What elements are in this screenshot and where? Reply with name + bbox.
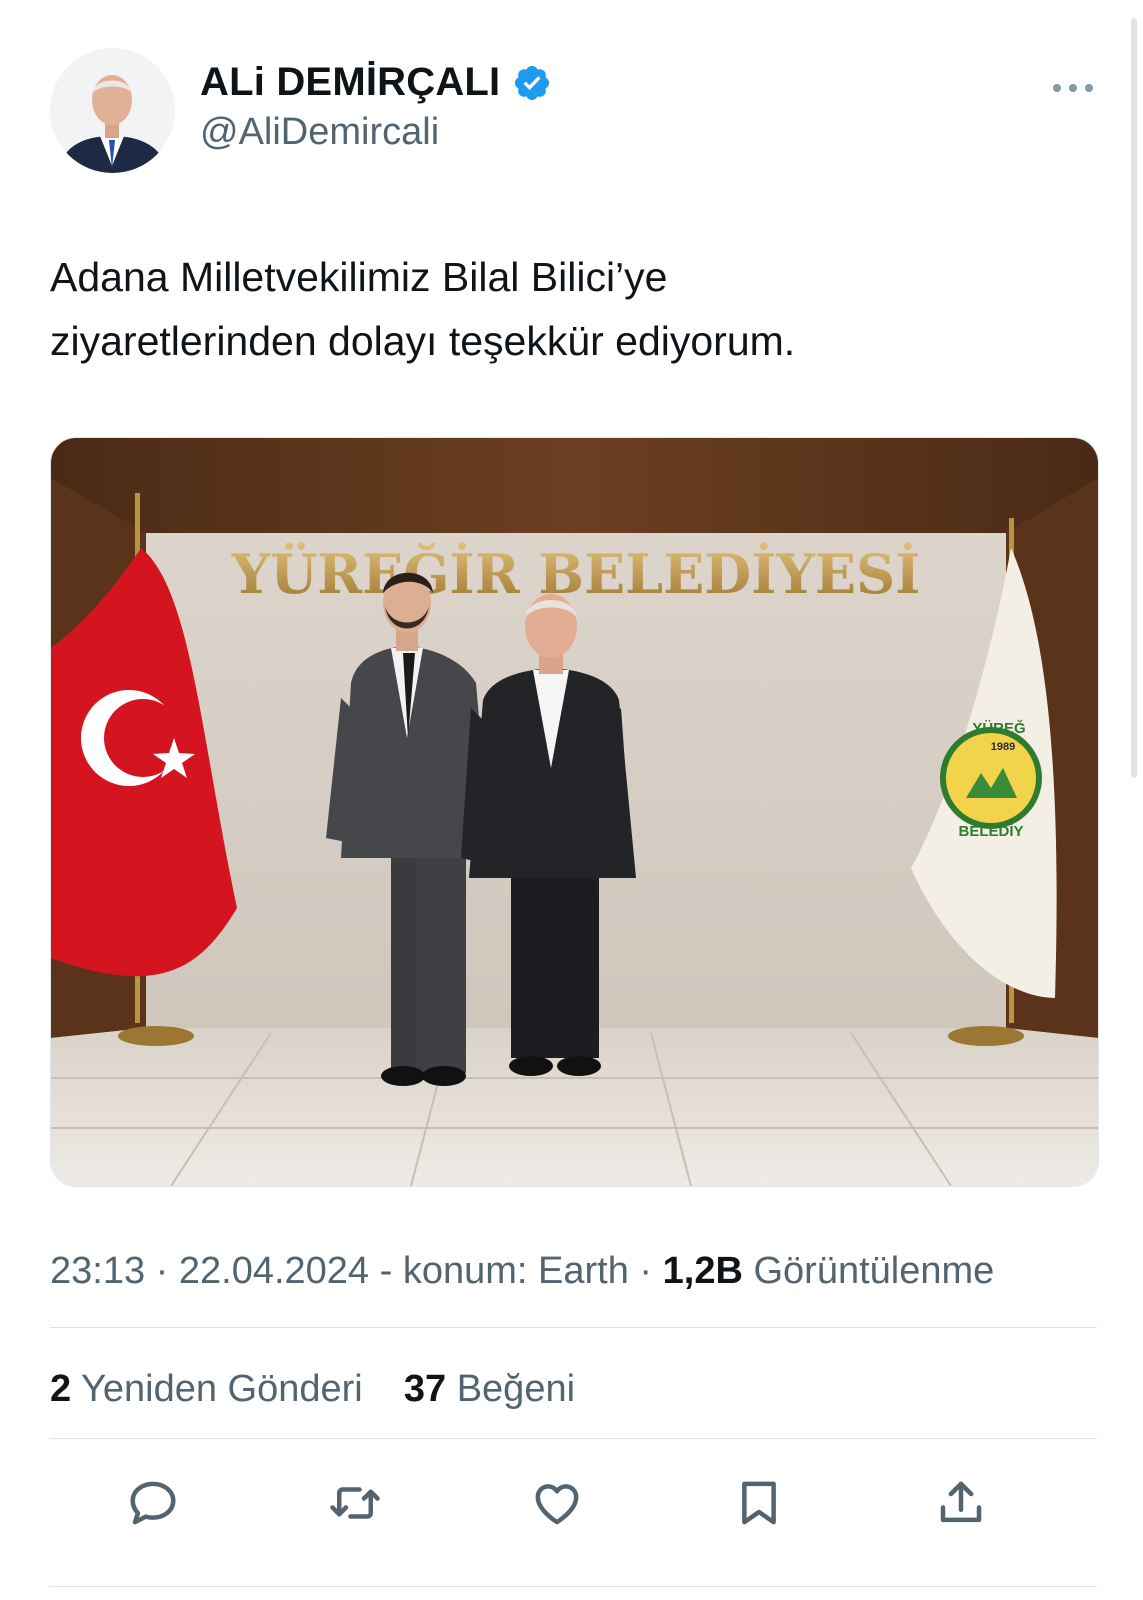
- tweet-photo[interactable]: YÜREĞİR BELEDİYESİ 1989 YÜREĞ BELEDİY: [50, 437, 1099, 1187]
- share-icon: [940, 1481, 982, 1523]
- likes-count: 37: [403, 1368, 447, 1410]
- share-button[interactable]: [933, 1475, 989, 1531]
- reposts-stat[interactable]: 2 Yeniden Gönderi: [50, 1368, 373, 1410]
- emblem-top-text: YÜREĞ: [972, 719, 1025, 737]
- action-bar: [50, 1475, 1097, 1535]
- emblem-bottom-text: BELEDİY: [958, 823, 1023, 840]
- more-icon[interactable]: [1051, 76, 1095, 100]
- views-count: 1,2B: [662, 1250, 743, 1292]
- sign-text: YÜREĞİR BELEDİYESİ: [231, 541, 921, 606]
- emblem-year: 1989: [991, 741, 1015, 753]
- divider: [50, 1586, 1097, 1587]
- verified-badge-icon: [515, 65, 550, 100]
- bookmark-button[interactable]: [731, 1475, 787, 1531]
- repost-icon: [330, 1487, 380, 1519]
- likes-stat[interactable]: 37 Beğeni: [404, 1368, 575, 1410]
- tweet-location: konum: Earth: [402, 1250, 629, 1292]
- avatar[interactable]: [50, 48, 175, 173]
- divider: [50, 1327, 1097, 1328]
- tweet-text-line: Adana Milletvekilimiz Bilal Bilici’ye: [50, 254, 668, 300]
- reply-icon: [130, 1481, 176, 1525]
- tweet-stats: 2 Yeniden Gönderi 37 Beğeni: [50, 1368, 575, 1411]
- tweet-time[interactable]: 23:13: [50, 1250, 145, 1292]
- bookmark-icon: [742, 1481, 776, 1525]
- reply-button[interactable]: [125, 1475, 181, 1531]
- divider: [50, 1438, 1097, 1439]
- tweet-text: Adana Milletvekilimiz Bilal Bilici’ye zi…: [50, 245, 1090, 373]
- like-button[interactable]: [529, 1475, 585, 1531]
- display-name[interactable]: ALi DEMİRÇALI: [200, 60, 500, 105]
- tweet-date[interactable]: 22.04.2024: [179, 1250, 369, 1292]
- views-label: Görüntülenme: [753, 1250, 995, 1292]
- tweet-meta: 23:13 · 22.04.2024 - konum: Earth · 1,2B…: [50, 1250, 995, 1292]
- handle[interactable]: @AliDemircali: [200, 111, 552, 154]
- like-icon: [535, 1484, 579, 1525]
- reposts-label: Yeniden Gönderi: [81, 1368, 363, 1410]
- scrollbar[interactable]: [1131, 18, 1137, 778]
- tweet-header: ALi DEMİRÇALI @AliDemircali: [50, 48, 1095, 173]
- repost-button[interactable]: [327, 1475, 383, 1531]
- tweet-text-line: ziyaretlerinden dolayı teşekkür ediyorum…: [50, 318, 796, 364]
- reposts-count: 2: [50, 1368, 72, 1410]
- likes-label: Beğeni: [456, 1368, 576, 1410]
